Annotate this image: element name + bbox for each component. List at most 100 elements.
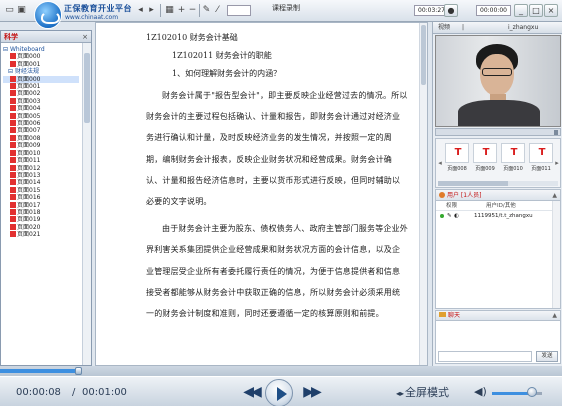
marker-icon[interactable]: ⁄ <box>212 5 223 16</box>
save-icon[interactable]: ▣ <box>16 5 27 16</box>
tree-page-item[interactable]: 页面015 <box>3 186 79 194</box>
maximize-button[interactable]: □ <box>529 4 543 17</box>
volume-handle[interactable] <box>527 387 537 397</box>
folder-toggle-icon[interactable]: ⊟ <box>8 68 15 75</box>
collapse-icon[interactable]: ▲ <box>552 311 557 321</box>
tree-page-item[interactable]: 页面012 <box>3 164 79 172</box>
page-icon <box>10 216 16 223</box>
pencil-icon[interactable]: ✎ <box>201 5 212 16</box>
tree-page-item[interactable]: 页面021 <box>3 231 79 238</box>
tree-folder-item[interactable]: ⊟ Whiteboard <box>3 46 79 53</box>
document-viewer[interactable]: 1Z102010 财务会计基础 1Z102011 财务会计的职能 1、如何理解财… <box>95 22 428 366</box>
page-icon <box>10 149 16 156</box>
fast-forward-icon[interactable]: ▶▶ <box>300 385 322 399</box>
tree-page-item[interactable]: 页面009 <box>3 142 79 149</box>
side-panel: 视频 | i_zhangxu ◂ T T T T 页面008 页面009 页面0… <box>432 22 562 366</box>
tree-page-item[interactable]: 页面002 <box>3 90 79 97</box>
slide-thumb[interactable]: T <box>529 143 553 163</box>
scroll-thumb[interactable] <box>421 25 426 85</box>
online-status-icon <box>440 214 444 218</box>
video-volume-slider[interactable] <box>435 128 561 136</box>
zoom-in-icon[interactable]: + <box>176 5 187 16</box>
user-list-columns: 权限 用户ID/其他 <box>436 201 560 211</box>
record-button[interactable]: ● <box>444 4 458 17</box>
page-tree: ⊟ Whiteboard 页面000 页面001 ⊟ 财经法规 页面000 页面001 页面… <box>1 43 81 365</box>
tree-page-item[interactable]: 页面020 <box>3 223 79 231</box>
chat-header[interactable]: 聊天 ▲ <box>436 311 560 321</box>
fullscreen-button[interactable]: ◂▸全屏模式 <box>396 384 449 400</box>
tree-item-label: 页面001 <box>17 83 41 91</box>
tree-page-item[interactable]: 页面011 <box>3 157 79 164</box>
outline-panel: 科学 × ⊟ Whiteboard 页面000 页面001 ⊟ 财经法规 页面000 页面… <box>0 30 92 366</box>
user-row[interactable]: ✎ ◐ 1119951/t.t_zhangxu <box>436 211 560 221</box>
tree-page-item[interactable]: 页面019 <box>3 216 79 223</box>
minimize-button[interactable]: _ <box>514 4 528 17</box>
chat-input[interactable] <box>438 351 532 362</box>
tree-item-label: 页面004 <box>17 105 41 113</box>
slides-scrollbar[interactable] <box>438 181 558 186</box>
close-button[interactable]: × <box>544 4 558 17</box>
tree-item-label: 页面003 <box>17 97 41 105</box>
zoom-out-icon[interactable]: − <box>187 5 198 16</box>
folder-icon[interactable]: ▭ <box>4 5 15 16</box>
tab-divider: | <box>462 24 465 31</box>
tree-item-label: 页面006 <box>17 120 41 128</box>
tree-page-item[interactable]: 页面014 <box>3 179 79 186</box>
tree-page-item[interactable]: 页面016 <box>3 194 79 201</box>
tree-page-item[interactable]: 页面000 <box>3 53 79 60</box>
page-icon <box>10 53 16 60</box>
playback-progress-bar[interactable] <box>0 366 562 376</box>
tree-item-label: 页面018 <box>17 208 41 216</box>
document-scrollbar[interactable] <box>419 23 427 365</box>
slide-thumb[interactable]: T <box>501 143 525 163</box>
page-icon <box>10 90 16 97</box>
elapsed-clock: 00:00:00 <box>476 5 511 16</box>
tab-user[interactable]: i_zhangxu <box>505 22 541 34</box>
user-list-header[interactable]: 用户 [1人员] ▲ <box>436 190 560 201</box>
tree-page-item[interactable]: 页面017 <box>3 201 79 209</box>
page-icon <box>10 194 16 201</box>
tree-page-item[interactable]: 页面010 <box>3 149 79 157</box>
tree-page-item[interactable]: 页面006 <box>3 120 79 127</box>
folder-toggle-icon[interactable]: ⊟ <box>3 46 10 53</box>
scroll-thumb[interactable] <box>84 53 90 123</box>
tab-video[interactable]: 视频 <box>435 22 453 34</box>
tree-page-item[interactable]: 页面003 <box>3 97 79 105</box>
users-icon <box>439 192 445 198</box>
tree-page-item[interactable]: 页面007 <box>3 127 79 134</box>
webcam-video <box>435 35 561 127</box>
page-icon <box>10 127 16 134</box>
tree-item-label: 页面009 <box>17 142 41 150</box>
progress-handle[interactable] <box>74 367 82 375</box>
tree-item-label: 页面015 <box>17 186 41 194</box>
slider-thumb[interactable] <box>554 130 558 135</box>
play-button[interactable] <box>265 379 293 406</box>
user-list-scrollbar[interactable] <box>552 201 560 308</box>
tree-page-item[interactable]: 页面004 <box>3 105 79 112</box>
total-time: 00:01:00 <box>82 387 127 398</box>
time-separator: / <box>72 387 76 398</box>
page-number-input[interactable] <box>227 5 251 16</box>
page-icon <box>10 223 16 230</box>
send-button[interactable]: 发送 <box>536 351 558 362</box>
slide-thumb[interactable]: T <box>473 143 497 163</box>
tree-page-item[interactable]: 页面013 <box>3 171 79 179</box>
tree-page-item[interactable]: 页面000 <box>3 75 79 84</box>
scroll-left-icon[interactable]: ◂ <box>437 157 443 169</box>
scroll-thumb[interactable] <box>438 181 508 186</box>
tree-page-item[interactable]: 页面018 <box>3 208 79 216</box>
scroll-right-icon[interactable]: ▸ <box>554 157 560 169</box>
collapse-icon[interactable]: ▲ <box>552 190 557 201</box>
tree-page-item[interactable]: 页面005 <box>3 112 79 120</box>
tree-page-item[interactable]: 页面001 <box>3 83 79 90</box>
tree-item-label: 页面021 <box>17 231 41 239</box>
tree-page-item[interactable]: 页面008 <box>3 134 79 142</box>
chat-panel: 聊天 ▲ 发送 <box>435 310 561 364</box>
page-icon <box>10 157 16 164</box>
grid-icon[interactable]: ▦ <box>164 5 175 16</box>
tree-folder-item[interactable]: ⊟ 财经法规 <box>3 68 79 75</box>
volume-icon[interactable]: ◀) <box>474 385 487 398</box>
slide-thumb[interactable]: T <box>445 143 469 163</box>
outline-scrollbar[interactable] <box>82 43 91 365</box>
rewind-icon[interactable]: ◀◀ <box>240 385 262 399</box>
